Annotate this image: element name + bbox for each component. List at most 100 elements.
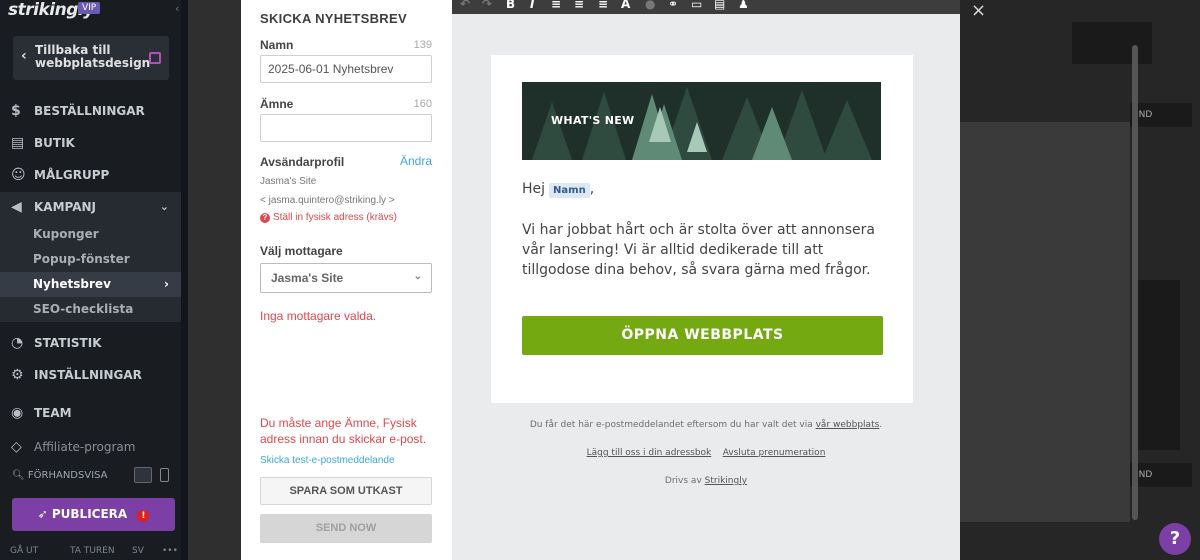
site-design-icon (149, 52, 161, 64)
banner-title: WHAT'S NEW (551, 114, 635, 127)
email-banner-image[interactable]: WHAT'S NEW (522, 82, 881, 160)
recipients-selected: Jasma's Site (271, 271, 344, 285)
editor-toolbar: ↶ ↷ B I ≡ ≡ ≡ A ● ⚭ ▭ ▤ ♟ (452, 0, 960, 14)
chevron-right-icon: › (164, 277, 169, 291)
more-icon[interactable]: ••• (162, 546, 178, 556)
megaphone-icon: ◀ (11, 199, 22, 215)
background-editor-right: UND UND (960, 0, 1200, 560)
background-section (960, 122, 1130, 522)
sidebar-item-label: STATISTIK (34, 336, 102, 350)
sidebar-item-statistics[interactable]: ◔ STATISTIK (0, 328, 181, 358)
background-editor-left (188, 0, 241, 560)
language-link[interactable]: SV (132, 546, 144, 556)
gear-icon: ⚙ (11, 367, 24, 383)
footer-period: . (879, 420, 883, 430)
email-footer-note: Du får det här e-postmeddelandet efterso… (452, 420, 960, 430)
sidebar-item-settings[interactable]: ⚙ INSTÄLLNINGAR (0, 360, 181, 390)
subject-input[interactable] (260, 114, 432, 142)
name-merge-tag: Namn (549, 183, 590, 198)
chevron-left-icon: ‹ (21, 48, 27, 64)
our-website-link[interactable]: vår webbplats (816, 420, 880, 430)
publish-label: PUBLICERA (51, 507, 128, 521)
vip-badge: VIP (78, 2, 101, 14)
store-icon: ▤ (11, 135, 25, 151)
open-website-button[interactable]: ÖPPNA WEBBPLATS (522, 316, 883, 355)
sidebar-subitem-seo-checklist[interactable]: SEO-checklista (0, 297, 181, 322)
team-icon: ◉ (11, 405, 24, 421)
sidebar-item-label: BUTIK (34, 136, 75, 150)
powered-by-text: Drivs av (664, 476, 702, 486)
person-icon[interactable]: ♟ (738, 0, 749, 11)
desktop-preview-icon[interactable] (134, 467, 152, 483)
add-to-addressbook-link[interactable]: Lägg till oss i din adressbok (587, 448, 712, 458)
chart-pie-icon: ◔ (11, 335, 24, 351)
sidebar-item-audience[interactable]: ☺ MÅLGRUPP (0, 160, 181, 190)
greeting-comma: , (589, 181, 595, 197)
sidebar-subitem-newsletter[interactable]: Nyhetsbrev › (0, 272, 181, 297)
align-left-icon[interactable]: ≡ (551, 0, 561, 11)
tour-link[interactable]: TA TUREN (70, 546, 115, 556)
chevron-down-icon: ⌄ (159, 200, 169, 213)
image-icon[interactable]: ▤ (714, 0, 725, 11)
sidebar-item-campaign[interactable]: ◀ KAMPANJ ⌄ (0, 192, 181, 222)
sidebar-item-affiliate[interactable]: ◇ Affiliate-program (0, 432, 181, 462)
email-footer-links: Lägg till oss i din adressbok Avsluta pr… (452, 448, 960, 458)
sidebar-item-label: TEAM (34, 406, 72, 420)
sidebar-item-label: KAMPANJ (34, 200, 97, 214)
publish-button[interactable]: ➶ PUBLICERA ! (12, 498, 175, 531)
italic-icon[interactable]: I (530, 0, 534, 11)
email-powered-by: Drivs av Strikingly (452, 476, 960, 486)
sidebar-item-store[interactable]: ▤ BUTIK (0, 128, 181, 158)
background-block (1135, 280, 1180, 450)
align-right-icon[interactable]: ≡ (598, 0, 608, 11)
background-button: UND (1130, 463, 1192, 487)
undo-icon[interactable]: ↶ (460, 0, 470, 11)
unsubscribe-link[interactable]: Avsluta prenumeration (723, 448, 826, 458)
align-center-icon[interactable]: ≡ (574, 0, 584, 11)
link-icon[interactable]: ⚭ (668, 0, 678, 11)
name-input[interactable] (260, 55, 432, 83)
collapse-sidebar-icon[interactable]: ‹ (175, 2, 179, 15)
bold-icon[interactable]: B (506, 0, 515, 11)
recipients-select[interactable]: Jasma's Site ⌄ (260, 263, 432, 293)
address-error[interactable]: ? Ställ in fysisk adress (krävs) (260, 212, 397, 223)
validation-error: Du måste ange Ämne, Fysisk adress innan … (260, 416, 427, 446)
sidebar-item-team[interactable]: ◉ TEAM (0, 398, 181, 428)
background-scrollbar[interactable] (1132, 45, 1138, 520)
button-icon[interactable]: ▭ (691, 0, 702, 11)
save-draft-button[interactable]: SPARA SOM UTKAST (260, 477, 432, 505)
send-test-email-link[interactable]: Skicka test-e-postmeddelande (260, 455, 395, 466)
sidebar: strikingly VIP ‹ ‹ Tillbaka till webbpla… (0, 0, 188, 560)
subject-char-count: 160 (413, 98, 432, 110)
sidebar-item-orders[interactable]: $ BESTÄLLNINGAR (0, 96, 181, 126)
sender-name: Jasma's Site (260, 176, 317, 187)
audience-icon: ☺ (11, 167, 26, 183)
mobile-preview-icon[interactable] (160, 468, 169, 482)
back-to-site-design-button[interactable]: ‹ Tillbaka till webbplatsdesign (13, 36, 169, 80)
name-label: Namn (260, 38, 294, 52)
highlight-icon[interactable]: ● (645, 0, 655, 11)
email-body[interactable]: Vi har jobbat hårt och är stolta över at… (522, 220, 887, 280)
sender-email: < jasma.quintero@striking.ly > (260, 195, 395, 206)
sidebar-item-label: Affiliate-program (34, 440, 136, 454)
sidebar-subitem-coupons[interactable]: Kuponger (0, 222, 181, 247)
help-button[interactable]: ? (1159, 523, 1191, 555)
sidebar-subitem-popups[interactable]: Popup-fönster (0, 247, 181, 272)
change-sender-link[interactable]: Ändra (400, 154, 432, 168)
font-color-icon[interactable]: A (621, 0, 630, 11)
send-now-button[interactable]: SEND NOW (260, 514, 432, 543)
rocket-icon: ➶ (37, 507, 48, 521)
sidebar-subitem-label: Nyhetsbrev (33, 277, 111, 291)
exit-link[interactable]: GÅ UT (10, 546, 38, 556)
address-error-text: Ställ in fysisk adress (krävs) (273, 212, 397, 223)
preview-label: FÖRHANDSVISA (27, 470, 108, 481)
strikingly-link[interactable]: Strikingly (705, 476, 747, 486)
sidebar-item-label: BESTÄLLNINGAR (34, 104, 145, 118)
close-icon[interactable]: × (971, 0, 986, 21)
sidebar-item-label: INSTÄLLNINGAR (34, 368, 142, 382)
sidebar-scrollbar[interactable] (181, 0, 188, 560)
preview-row: 🔍︎ FÖRHANDSVISA (12, 467, 177, 483)
background-button: UND (1130, 103, 1192, 127)
email-greeting[interactable]: Hej Namn, (522, 181, 594, 198)
redo-icon[interactable]: ↷ (482, 0, 492, 11)
